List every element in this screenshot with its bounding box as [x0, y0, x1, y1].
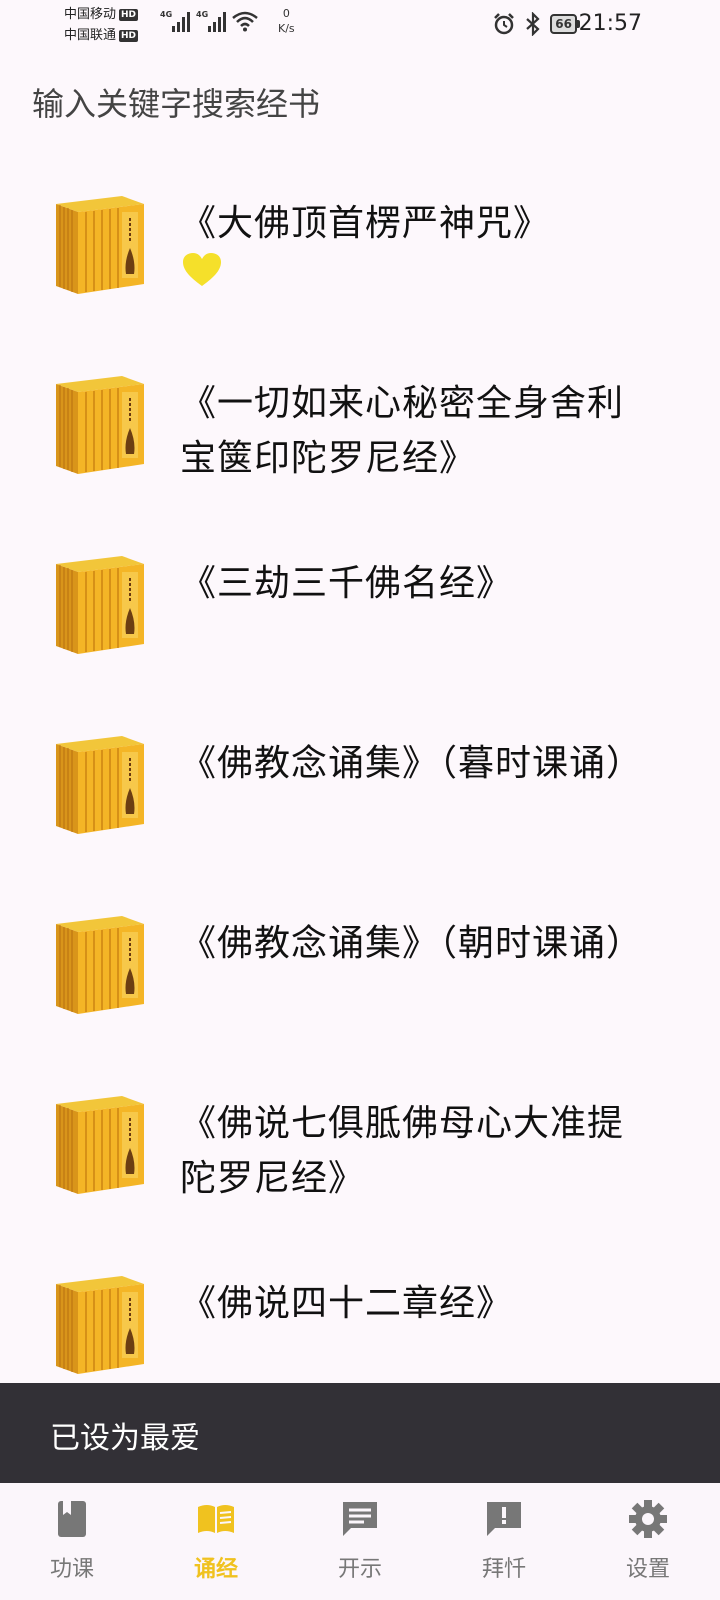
status-icons: 66 [492, 12, 580, 36]
signal-icon: 4G [160, 10, 190, 32]
gear-icon [629, 1500, 667, 1538]
signal-indicators: 4G 4G [160, 10, 258, 32]
book-cover-icon [56, 736, 144, 834]
book-list: 《大佛顶首楞严神咒》 《一切如来心秘密全身舍利宝箧印陀罗尼经》 《三劫三千佛名经… [0, 180, 720, 1440]
book-title: 《一切如来心秘密全身舍利宝箧印陀罗尼经》 [180, 383, 625, 479]
hd-badge: HD [119, 29, 139, 42]
book-cover-icon [56, 916, 144, 1014]
battery-icon: 66 [550, 14, 580, 34]
book-title: 《佛说七俱胝佛母心大准提陀罗尼经》 [180, 1103, 625, 1199]
list-item[interactable]: 《一切如来心秘密全身舍利宝箧印陀罗尼经》 [0, 360, 720, 540]
nav-item-gongke[interactable]: 功课 [0, 1483, 144, 1600]
signal-icon: 4G [196, 10, 226, 32]
bottom-navigation: 功课 诵经 开示 拜忏 设置 [0, 1483, 720, 1600]
carrier-info: 中国移动 HD 中国联通 HD [64, 4, 139, 46]
book-cover-icon [56, 1096, 144, 1194]
battery-level: 66 [550, 14, 577, 34]
hd-badge: HD [119, 8, 139, 21]
book-cover-icon [56, 556, 144, 654]
status-bar: 中国移动 HD 中国联通 HD 4G 4G 0 K/s 66 21:57 [0, 0, 720, 52]
message-icon [343, 1502, 377, 1536]
list-item[interactable]: 《佛教念诵集》（朝时课诵） [0, 900, 720, 1080]
list-item[interactable]: 《佛教念诵集》（暮时课诵） [0, 720, 720, 900]
book-title: 《佛教念诵集》（暮时课诵） [180, 743, 644, 784]
book-title: 《大佛顶首楞严神咒》 [180, 203, 551, 244]
book-title: 《佛说四十二章经》 [180, 1283, 514, 1324]
bluetooth-icon [526, 12, 540, 36]
book-cover-icon [56, 1276, 144, 1374]
list-item[interactable]: 《大佛顶首楞严神咒》 [0, 180, 720, 360]
list-item[interactable]: 《三劫三千佛名经》 [0, 540, 720, 720]
nav-item-songjing[interactable]: 诵经 [144, 1483, 288, 1600]
open-book-icon [198, 1505, 234, 1533]
snackbar: 已设为最爱 [0, 1383, 720, 1483]
nav-label: 诵经 [193, 1557, 238, 1582]
heart-icon[interactable] [182, 252, 222, 288]
alert-message-icon [487, 1502, 521, 1536]
search-input[interactable] [32, 82, 672, 126]
nav-label: 设置 [625, 1557, 670, 1582]
book-cover-icon [56, 196, 144, 294]
screen: 中国移动 HD 中国联通 HD 4G 4G 0 K/s 66 21:57 输入关… [0, 0, 720, 1600]
book-bookmark-icon [58, 1501, 86, 1537]
book-title: 《佛教念诵集》（朝时课诵） [180, 923, 644, 964]
clock: 21:57 [578, 11, 642, 36]
network-speed: 0 K/s [278, 7, 295, 35]
book-title: 《三劫三千佛名经》 [180, 563, 514, 604]
alarm-icon [494, 13, 515, 35]
nav-item-shezhi[interactable]: 设置 [576, 1483, 720, 1600]
nav-label: 拜忏 [481, 1557, 526, 1582]
snackbar-message: 已设为最爱 [50, 1421, 200, 1456]
nav-label: 功课 [49, 1557, 94, 1582]
carrier-2: 中国联通 [64, 28, 117, 43]
nav-item-kaishi[interactable]: 开示 [288, 1483, 432, 1600]
list-item[interactable]: 《佛说七俱胝佛母心大准提陀罗尼经》 [0, 1080, 720, 1260]
book-cover-icon [56, 376, 144, 474]
nav-item-baichan[interactable]: 拜忏 [432, 1483, 576, 1600]
carrier-1: 中国移动 [64, 7, 117, 22]
wifi-icon [232, 11, 258, 32]
nav-label: 开示 [337, 1557, 382, 1582]
